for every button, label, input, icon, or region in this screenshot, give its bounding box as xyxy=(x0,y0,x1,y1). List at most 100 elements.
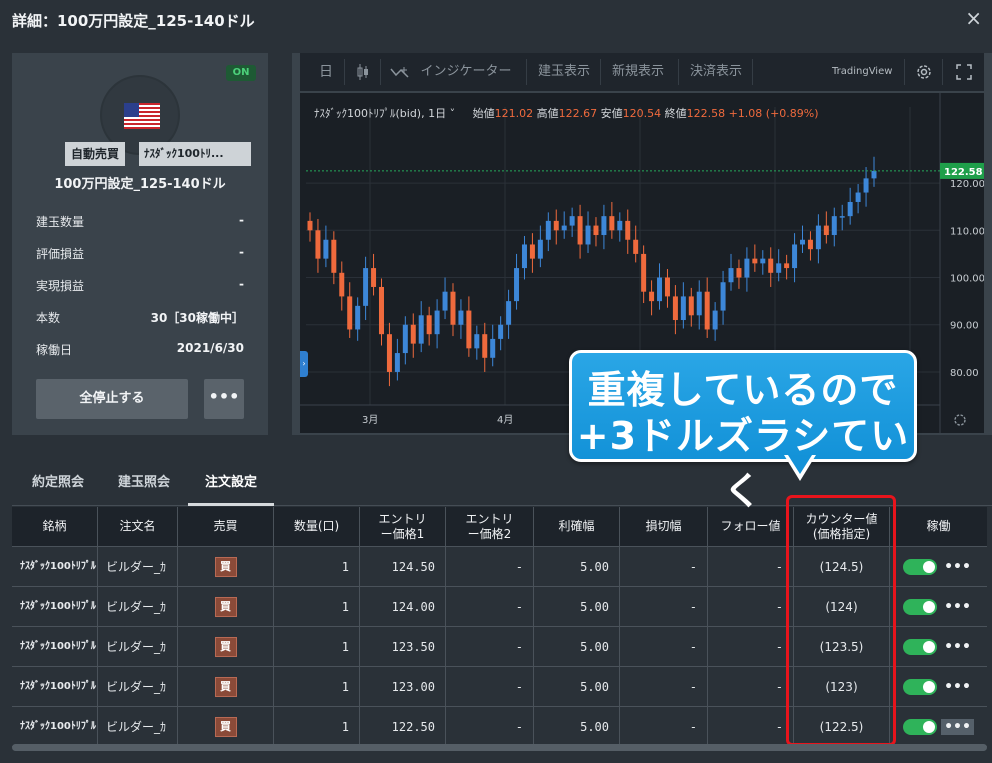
toolbar-divider xyxy=(752,59,753,85)
candle-body xyxy=(529,244,535,259)
interval-button[interactable]: 日 xyxy=(312,53,340,91)
candle-body xyxy=(847,201,853,217)
col-header: 銘柄 xyxy=(12,507,98,546)
status-badge: ON xyxy=(226,65,256,81)
run-cell: ••• xyxy=(890,707,987,746)
candle-body xyxy=(331,239,337,273)
cell-sl: - xyxy=(620,667,708,706)
run-toggle[interactable] xyxy=(903,678,938,695)
cell-order: ビルダー_ｶ xyxy=(98,547,178,586)
strategy-name: 100万円設定_125-140ドル xyxy=(54,177,226,192)
indicator-button[interactable]: インジケーター xyxy=(414,53,518,91)
candle-body xyxy=(434,310,440,335)
candle-style-icon[interactable] xyxy=(350,53,376,91)
candle-body xyxy=(728,268,734,283)
stop-all-button[interactable]: 全停止する xyxy=(36,379,188,419)
candle-body xyxy=(744,258,750,278)
side-cell: 買 xyxy=(178,627,274,666)
fullscreen-icon[interactable] xyxy=(952,53,976,91)
info-row-position-qty: 建玉数量 - xyxy=(36,213,244,233)
gear-icon[interactable] xyxy=(912,53,936,91)
col-header: 売買 xyxy=(178,507,274,546)
cell-sl: - xyxy=(620,707,708,746)
chart-symbol[interactable]: ﾅｽﾀﾞｯｸ100ﾄﾘﾌﾟﾙ(bid), 1日 xyxy=(314,107,446,120)
tab-executions[interactable]: 約定照会 xyxy=(22,460,94,506)
dialog-header: 詳細：100万円設定_125-140ドル × xyxy=(0,0,992,40)
candle-body xyxy=(537,239,543,259)
candle-body xyxy=(863,178,869,193)
row-more-icon[interactable]: ••• xyxy=(941,679,974,695)
cell-tp: 5.00 xyxy=(534,547,620,586)
candle-body xyxy=(784,263,790,269)
cell-follow: - xyxy=(708,587,794,626)
col-header: エントリー価格1 xyxy=(360,507,446,546)
change-value: +1.08 (+0.89%) xyxy=(728,107,819,120)
candle-body xyxy=(657,277,663,302)
y-tick-label: 90.00 xyxy=(950,321,979,332)
chevron-down-icon[interactable]: ˅ xyxy=(446,107,459,120)
row-more-icon[interactable]: ••• xyxy=(941,559,974,575)
tab-order-settings[interactable]: 注文設定 xyxy=(188,460,274,506)
candle-body xyxy=(807,239,813,250)
strategy-info-panel: ON 自動売買 ﾅｽﾀﾞｯｸ100ﾄﾘ... 100万円設定_125-140ドル… xyxy=(12,53,268,435)
candle-body xyxy=(792,244,798,269)
row-more-icon[interactable]: ••• xyxy=(941,639,974,655)
tab-positions[interactable]: 建玉照会 xyxy=(108,460,180,506)
show-settlements-button[interactable]: 決済表示 xyxy=(684,53,748,91)
cell-qty: 1 xyxy=(274,587,360,626)
row-more-icon[interactable]: ••• xyxy=(941,599,974,615)
candle-body xyxy=(482,334,488,358)
y-tick-label: 120.00 xyxy=(950,179,984,190)
axis-settings-icon[interactable] xyxy=(954,414,966,426)
us-flag-icon xyxy=(124,103,160,129)
run-toggle[interactable] xyxy=(903,558,938,575)
y-tick-label: 100.00 xyxy=(950,274,984,285)
info-label: 実現損益 xyxy=(36,279,85,293)
callout-line: +3ドルズラシていく xyxy=(576,414,910,513)
run-toggle[interactable] xyxy=(903,598,938,615)
cell-qty: 1 xyxy=(274,547,360,586)
candle-body xyxy=(386,334,392,372)
candle-body xyxy=(355,305,361,330)
candle-body xyxy=(641,253,647,292)
x-tick-label: 3月 xyxy=(362,414,378,426)
run-toggle[interactable] xyxy=(903,638,938,655)
candle-body xyxy=(680,296,686,321)
close-icon[interactable]: × xyxy=(965,6,982,30)
cell-entry1: 122.50 xyxy=(360,707,446,746)
annotation-callout: 重複しているので +3ドルズラシていく xyxy=(569,350,917,513)
candle-body xyxy=(545,220,551,240)
cell-follow: - xyxy=(708,707,794,746)
info-value: - xyxy=(239,245,244,259)
buy-badge: 買 xyxy=(214,556,237,577)
horizontal-scrollbar[interactable] xyxy=(12,744,987,751)
candle-body xyxy=(768,258,774,273)
x-tick-label: 4月 xyxy=(497,414,513,426)
buy-badge: 買 xyxy=(214,636,237,657)
cell-order: ビルダー_ｶ xyxy=(98,707,178,746)
show-positions-button[interactable]: 建玉表示 xyxy=(532,53,596,91)
cell-symbol: ﾅｽﾀﾞｯｸ100ﾄﾘﾌﾟﾙ xyxy=(12,667,98,706)
candle-body xyxy=(569,216,575,226)
more-options-button[interactable]: ••• xyxy=(204,379,244,419)
cell-entry2: - xyxy=(446,667,534,706)
row-more-icon[interactable]: ••• xyxy=(941,718,974,735)
candle-body xyxy=(672,296,678,321)
info-label: 稼働日 xyxy=(36,343,73,357)
candle-body xyxy=(839,216,845,218)
candle-body xyxy=(609,216,615,231)
candle-body xyxy=(490,338,496,358)
candle-body xyxy=(363,268,369,306)
ohlc-legend: ﾅｽﾀﾞｯｸ100ﾄﾘﾌﾟﾙ(bid), 1日 ˅ 始値121.02 高値122… xyxy=(314,105,819,121)
candle-body xyxy=(871,170,877,179)
candle-body xyxy=(696,291,702,316)
toolbar-divider xyxy=(678,59,679,85)
candle-body xyxy=(577,216,583,245)
run-toggle[interactable] xyxy=(903,718,938,735)
candle-body xyxy=(585,225,591,245)
expand-panel-tab[interactable]: › xyxy=(300,351,308,377)
close-value: 122.58 xyxy=(686,107,726,120)
low-value: 120.54 xyxy=(622,107,662,120)
show-new-orders-button[interactable]: 新規表示 xyxy=(604,53,672,91)
candle-body xyxy=(323,239,329,259)
